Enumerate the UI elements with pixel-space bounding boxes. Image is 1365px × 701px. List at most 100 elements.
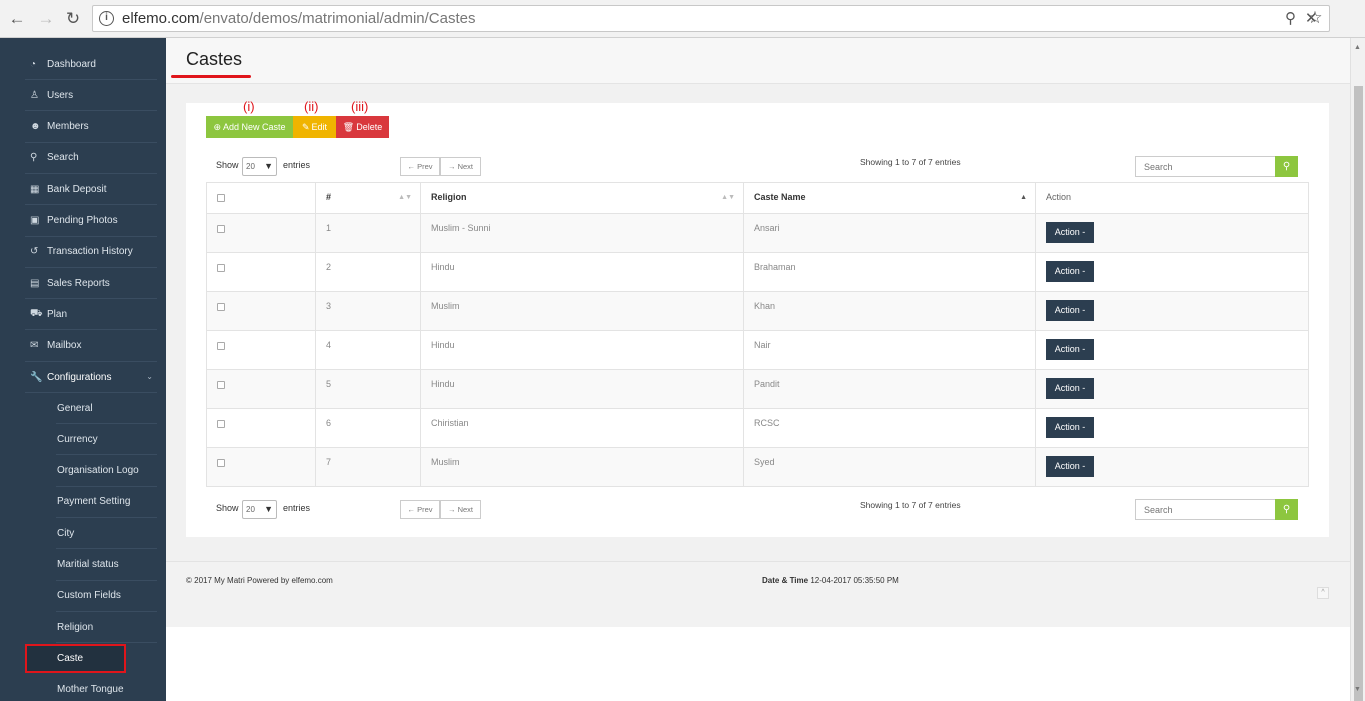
sidebar-item-search[interactable]: ⚲ Search [25,143,157,174]
page-size-value: 20 [246,162,255,171]
mail-icon: ✉ [30,340,39,352]
sidebar-item-users[interactable]: ♙ Users [25,80,157,112]
star-icon[interactable]: ☆ [1305,8,1325,28]
row-checkbox[interactable] [217,303,225,311]
page-size-select[interactable]: 20 ▼ [242,157,277,176]
sidebar-item-members[interactable]: ☻ Members [25,112,157,143]
row-checkbox[interactable] [217,420,225,428]
sidebar-subitem-maritial-status[interactable]: Maritial status [56,550,157,581]
cell-caste: Ansari [743,213,1036,253]
cell-action: Action - [1035,291,1309,331]
search-button-bottom[interactable]: ⚲ [1275,499,1298,520]
cell-caste: Brahaman [743,252,1036,292]
cell-num-text: 3 [326,301,332,311]
table-row[interactable]: 5 Hindu Pandit Action - [206,369,1309,409]
cell-religion: Hindu [420,330,744,370]
sidebar-item-label: Pending Photos [47,215,118,226]
sidebar-item-pending-photos[interactable]: ▣ Pending Photos [25,206,157,237]
show-label: Show [216,160,239,170]
dashboard-icon: ◔ [30,58,37,70]
prev-button[interactable]: ← Prev [400,157,440,176]
table-row[interactable]: 4 Hindu Nair Action - [206,330,1309,370]
column-religion-label: Religion [431,192,467,202]
address-bar[interactable]: i elfemo.com/envato/demos/matrimonial/ad… [92,5,1330,32]
sort-asc-icon: ▲ [1020,194,1027,201]
table-row[interactable]: 7 Muslim Syed Action - [206,447,1309,487]
sidebar-item-mailbox[interactable]: ✉ Mailbox [25,331,157,362]
sidebar-item-plan[interactable]: ⛟ Plan [25,299,157,331]
sidebar-item-transaction-history[interactable]: ↺ Transaction History [25,237,157,268]
action-dropdown-button[interactable]: Action - [1046,417,1094,438]
row-checkbox[interactable] [217,342,225,350]
scrollbar[interactable]: ▲ ▼ [1350,38,1365,701]
sidebar-subitem-payment-setting[interactable]: Payment Setting [56,487,157,518]
action-dropdown-button[interactable]: Action - [1046,339,1094,360]
prev-button-bottom[interactable]: ← Prev [400,500,440,519]
search-input[interactable] [1135,156,1276,177]
sidebar-subitem-religion[interactable]: Religion [56,612,157,644]
column-religion[interactable]: Religion ▲▼ [420,182,744,214]
photo-icon: ▣ [30,215,40,226]
column-number[interactable]: # ▲▼ [315,182,421,214]
action-dropdown-button[interactable]: Action - [1046,261,1094,282]
sidebar-item-label: Members [47,121,89,133]
sidebar-subitem-city[interactable]: City [56,518,157,550]
search-button[interactable]: ⚲ [1275,156,1298,177]
row-checkbox[interactable] [217,381,225,389]
sidebar-subitem-organisation-logo[interactable]: Organisation Logo [56,456,157,487]
next-button-bottom[interactable]: → Next [440,500,481,519]
sidebar-subitem-custom-fields[interactable]: Custom Fields [56,581,157,612]
action-dropdown-button[interactable]: Action - [1046,300,1094,321]
delete-button[interactable]: 🗑 Delete [336,116,389,138]
annotation-add: (i) [243,99,255,114]
url-text[interactable]: elfemo.com/envato/demos/matrimonial/admi… [122,10,476,27]
row-checkbox[interactable] [217,459,225,467]
edit-button[interactable]: ✎ Edit [293,116,336,138]
info-icon[interactable]: i [99,11,114,26]
scroll-down-icon[interactable]: ▼ [1354,686,1361,693]
zoom-icon[interactable]: ⚲ [1285,9,1296,27]
table-row[interactable]: 1 Muslim - Sunni Ansari Action - [206,213,1309,253]
row-checkbox[interactable] [217,264,225,272]
column-caste-label: Caste Name [754,192,806,202]
select-all-checkbox[interactable] [217,194,225,202]
next-button[interactable]: → Next [440,157,481,176]
cell-religion: Chiristian [420,408,744,448]
cell-action: Action - [1035,252,1309,292]
forward-icon[interactable]: → [36,9,56,29]
add-new-caste-button[interactable]: ⊕ Add New Caste [206,116,293,138]
table-row[interactable]: 6 Chiristian RCSC Action - [206,408,1309,448]
members-icon: ☻ [30,121,41,133]
scroll-top-icon[interactable]: ^ [1317,587,1329,599]
sidebar-item-bank-deposit[interactable]: ▦ Bank Deposit [25,174,157,206]
table-row[interactable]: 3 Muslim Khan Action - [206,291,1309,331]
action-dropdown-button[interactable]: Action - [1046,456,1094,477]
report-icon: ▤ [30,277,40,289]
sidebar-item-configurations[interactable]: 🔧 Configurations ⌄ [25,362,157,393]
sidebar-subitem-general[interactable]: General [56,393,157,424]
cell-caste: Nair [743,330,1036,370]
cell-caste: Khan [743,291,1036,331]
search-input-bottom[interactable] [1135,499,1276,520]
row-checkbox[interactable] [217,225,225,233]
back-icon[interactable]: ← [7,9,27,29]
column-caste-name[interactable]: Caste Name ▲ [743,182,1036,214]
table-row[interactable]: 2 Hindu Brahaman Action - [206,252,1309,292]
cell-num-text: 7 [326,457,332,467]
cell-num-text: 2 [326,262,332,272]
action-dropdown-button[interactable]: Action - [1046,222,1094,243]
sidebar-item-sales-reports[interactable]: ▤ Sales Reports [25,268,157,300]
sidebar-item-label: Bank Deposit [47,183,107,195]
copyright-text: © 2017 My Matri Powered by elfemo.com [186,576,333,585]
sidebar-subitem-currency[interactable]: Currency [56,424,157,456]
scrollbar-thumb[interactable] [1354,86,1363,701]
scroll-up-icon[interactable]: ▲ [1354,44,1361,51]
sidebar-subitem-caste[interactable]: Caste [25,644,126,673]
action-dropdown-button[interactable]: Action - [1046,378,1094,399]
page-size-select-bottom[interactable]: 20 ▼ [242,500,277,519]
sidebar-item-dashboard[interactable]: ◔ Dashboard [25,49,157,80]
sidebar-subitem-mother-tongue[interactable]: Mother Tongue [56,675,157,701]
cell-select [206,252,316,292]
reload-icon[interactable]: ↻ [63,9,83,29]
show-label-bottom: Show [216,503,239,513]
